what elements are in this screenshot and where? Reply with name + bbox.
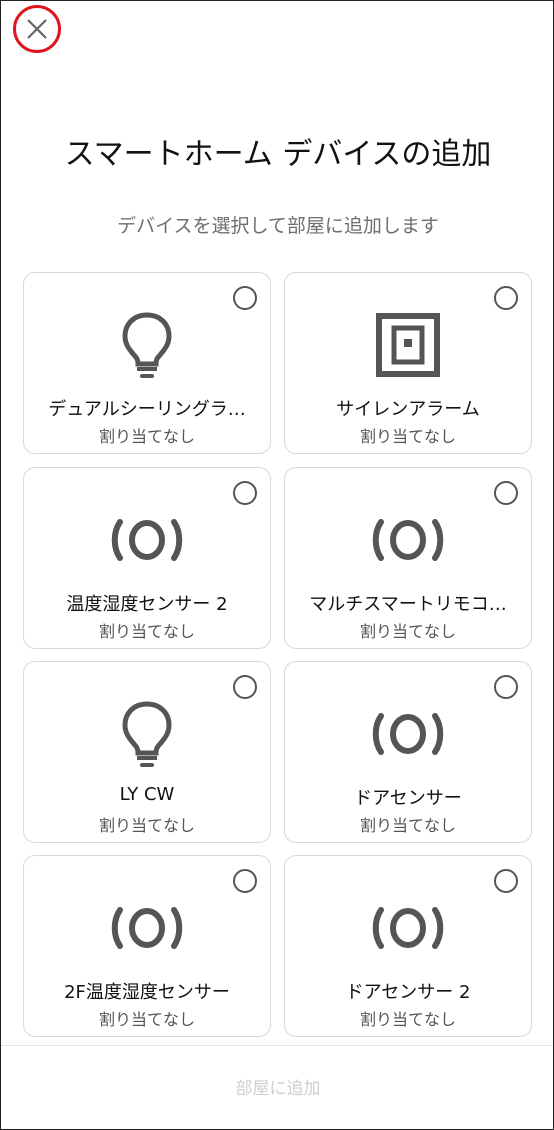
- page-subtitle: デバイスを選択して部屋に追加します: [117, 215, 439, 237]
- add-to-room-button[interactable]: 部屋に追加: [1, 1074, 553, 1099]
- device-status: 割り当てなし: [359, 1010, 456, 1029]
- device-status: 割り当てなし: [98, 816, 195, 835]
- sensor-icon: [111, 907, 183, 949]
- device-name: マルチスマートリモコ…: [309, 594, 507, 615]
- device-card[interactable]: サイレンアラーム 割り当てなし: [284, 272, 532, 454]
- bulb-icon: [122, 312, 172, 378]
- device-card[interactable]: 温度湿度センサー 2 割り当てなし: [23, 467, 271, 649]
- sensor-icon: [111, 519, 183, 561]
- device-name: 2F温度湿度センサー: [64, 982, 230, 1003]
- device-name: 温度湿度センサー 2: [66, 594, 228, 615]
- sensor-icon: [372, 519, 444, 561]
- modal-frame: スマートホーム デバイスの追加 デバイスを選択して部屋に追加します デュアルシー…: [0, 0, 554, 1130]
- device-name: ドアセンサー 2: [345, 982, 471, 1003]
- device-card[interactable]: 2F温度湿度センサー 割り当てなし: [23, 855, 271, 1037]
- footer-bar: 部屋に追加: [1, 1045, 553, 1129]
- device-card[interactable]: マルチスマートリモコ… 割り当てなし: [284, 467, 532, 649]
- page-title: スマートホーム デバイスの追加: [64, 137, 492, 172]
- device-card[interactable]: LY CW 割り当てなし: [23, 661, 271, 843]
- device-name: LY CW: [119, 784, 175, 805]
- device-name: ドアセンサー: [354, 788, 462, 809]
- device-card[interactable]: ドアセンサー 割り当てなし: [284, 661, 532, 843]
- device-status: 割り当てなし: [98, 622, 195, 641]
- device-status: 割り当てなし: [98, 1010, 195, 1029]
- close-icon: [27, 19, 47, 39]
- bulb-icon: [122, 701, 172, 767]
- sensor-icon: [372, 907, 444, 949]
- device-status: 割り当てなし: [359, 622, 456, 641]
- device-status: 割り当てなし: [98, 427, 195, 446]
- device-name: サイレンアラーム: [336, 399, 480, 420]
- close-button[interactable]: [13, 5, 61, 53]
- siren-icon: [376, 313, 440, 377]
- device-card[interactable]: デュアルシーリングラ… 割り当てなし: [23, 272, 271, 454]
- device-name: デュアルシーリングラ…: [48, 399, 246, 420]
- sensor-icon: [372, 713, 444, 755]
- device-card[interactable]: ドアセンサー 2 割り当てなし: [284, 855, 532, 1037]
- device-status: 割り当てなし: [359, 816, 456, 835]
- device-status: 割り当てなし: [359, 427, 456, 446]
